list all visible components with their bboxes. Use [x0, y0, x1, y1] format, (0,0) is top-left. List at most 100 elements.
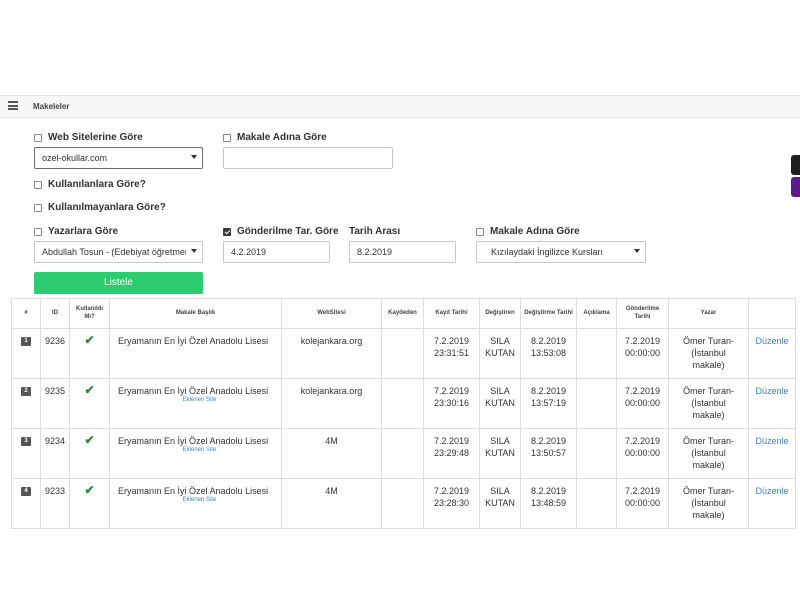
action-cell: Düzenle: [748, 478, 796, 529]
register-date-cell: 7.2.2019 23:28:30: [423, 478, 480, 529]
panel-header: Makeleler: [0, 96, 800, 118]
row-number-badge: 2: [21, 387, 31, 396]
by-users-checkbox[interactable]: Kullanılanlara Göre?: [34, 179, 146, 190]
table-row: 2 9235 ✔ Eryamanın En İyi Özel Anadolu Lise…: [11, 378, 796, 429]
change-time: 13:50:57: [530, 448, 567, 459]
sent-time: 00:00:00: [624, 348, 661, 359]
column-header: #: [11, 298, 41, 329]
register-time: 23:30:16: [433, 398, 470, 409]
side-tab-purple[interactable]: [791, 177, 800, 197]
column-header: Açıklama: [576, 298, 617, 329]
checkbox-box[interactable]: [223, 227, 231, 236]
sent-date: 7.2.2019: [624, 336, 661, 346]
chevron-down-icon: [191, 249, 197, 253]
changer-last-name: KUTAN: [485, 498, 515, 509]
table-header-row: # ID Kullanıldı Mı? Makale Başlık WebSitesi K…: [11, 298, 796, 329]
title-cell: Eryamanın En İyi Özel Anadolu Lisesi Ekle…: [109, 378, 282, 429]
changer-last-name: KUTAN: [485, 348, 515, 359]
edit-link[interactable]: Düzenle: [755, 386, 788, 396]
author-cell: Ömer Turan- (İstanbul makale): [668, 428, 749, 479]
saved-by-cell: [381, 428, 424, 479]
description-cell: [576, 328, 617, 379]
sent-date-filter-checkbox[interactable]: Gönderilme Tar. Göre: [223, 226, 339, 237]
author-line: makale): [692, 410, 725, 421]
checkbox-box[interactable]: [223, 133, 231, 142]
author-line: Ömer Turan-: [682, 386, 734, 396]
row-number-badge: 4: [21, 487, 31, 496]
author-line: (İstanbul: [691, 498, 726, 509]
changer-cell: SILA KUTAN: [479, 378, 521, 429]
row-number-cell: 1: [11, 328, 41, 379]
by-unused-checkbox[interactable]: Kullanılmayanlara Göre?: [34, 202, 166, 213]
author-line: (İstanbul: [691, 348, 726, 359]
by-unused-label: Kullanılmayanlara Göre?: [48, 202, 166, 213]
register-time: 23:31:51: [433, 348, 470, 359]
edit-link[interactable]: Düzenle: [755, 486, 788, 496]
date-to-input[interactable]: 8.2.2019: [349, 241, 456, 263]
row-number-badge: 3: [21, 437, 31, 446]
used-cell: ✔: [69, 328, 110, 379]
saved-by-cell: [381, 478, 424, 529]
changer-cell: SILA KUTAN: [479, 428, 521, 479]
website-cell: kolejankara.org: [281, 378, 382, 429]
author-select[interactable]: Abdullah Tosun - (Edebiyat öğretmeni): [34, 241, 203, 263]
id-cell: 9235: [40, 378, 70, 429]
row-number-cell: 2: [11, 378, 41, 429]
edit-link[interactable]: Düzenle: [755, 336, 788, 346]
edit-link[interactable]: Düzenle: [755, 436, 788, 446]
author-line: Ömer Turan-: [682, 436, 734, 446]
checkbox-box[interactable]: [34, 227, 42, 236]
row-number-cell: 4: [11, 478, 41, 529]
article-name2-filter-checkbox[interactable]: Makale Adına Göre: [476, 226, 580, 237]
article-name-input[interactable]: [223, 147, 393, 169]
table-row: 1 9236 ✔ Eryamanın En İyi Özel Anadolu Lise…: [11, 328, 796, 379]
menu-icon[interactable]: [8, 101, 18, 110]
checkbox-box[interactable]: [34, 180, 42, 189]
side-tab-dark[interactable]: [791, 155, 800, 175]
author-line: (İstanbul: [691, 398, 726, 409]
web-site-select[interactable]: ozel-okullar.com: [34, 147, 203, 169]
check-icon: ✔: [84, 433, 95, 447]
column-header: Kullanıldı Mı?: [69, 298, 110, 329]
article-name-filter-checkbox[interactable]: Makale Adına Göre: [223, 132, 327, 143]
authors-filter-checkbox[interactable]: Yazarlara Göre: [34, 226, 118, 237]
sent-date-cell: 7.2.2019 00:00:00: [616, 328, 669, 379]
changer-first-name: SILA: [490, 336, 510, 346]
sent-time: 00:00:00: [624, 498, 661, 509]
column-header: Gönderilme Tarihi: [616, 298, 669, 329]
changer-last-name: KUTAN: [485, 448, 515, 459]
changer-cell: SILA KUTAN: [479, 328, 521, 379]
added-site-label: Eklenen Site: [182, 447, 217, 454]
sent-date-cell: 7.2.2019 00:00:00: [616, 428, 669, 479]
author-cell: Ömer Turan- (İstanbul makale): [668, 378, 749, 429]
author-line: makale): [692, 460, 725, 471]
action-cell: Düzenle: [748, 428, 796, 479]
table-row: 4 9233 ✔ Eryamanın En İyi Özel Anadolu Lise…: [11, 478, 796, 529]
checkbox-box[interactable]: [34, 203, 42, 212]
changer-first-name: SILA: [490, 436, 510, 446]
sent-date: 7.2.2019: [624, 486, 661, 496]
change-date: 8.2.2019: [530, 436, 567, 446]
date-from-input[interactable]: 4.2.2019: [223, 241, 330, 263]
by-users-label: Kullanılanlara Göre?: [48, 179, 146, 190]
articles-table: # ID Kullanıldı Mı? Makale Başlık WebSitesi K…: [11, 298, 796, 529]
sent-time: 00:00:00: [624, 398, 661, 409]
register-date: 7.2.2019: [433, 336, 470, 346]
web-sites-filter-checkbox[interactable]: Web Sitelerine Göre: [34, 132, 143, 143]
saved-by-cell: [381, 378, 424, 429]
article-name2-select[interactable]: Kızılaydaki İngilizce Kursları: [476, 241, 646, 263]
register-date: 7.2.2019: [433, 486, 470, 496]
author-line: makale): [692, 510, 725, 521]
description-cell: [576, 478, 617, 529]
article-title: Eryamanın En İyi Özel Anadolu Lisesi: [118, 436, 269, 446]
website-cell: 4M: [281, 478, 382, 529]
checkbox-box[interactable]: [34, 133, 42, 142]
list-button[interactable]: Listele: [34, 272, 203, 294]
chevron-down-icon: [634, 249, 640, 253]
sent-date-cell: 7.2.2019 00:00:00: [616, 478, 669, 529]
author-line: makale): [692, 360, 725, 371]
checkbox-box[interactable]: [476, 227, 484, 236]
chevron-down-icon: [191, 155, 197, 159]
author-line: Ömer Turan-: [682, 336, 734, 346]
change-time: 13:48:59: [530, 498, 567, 509]
